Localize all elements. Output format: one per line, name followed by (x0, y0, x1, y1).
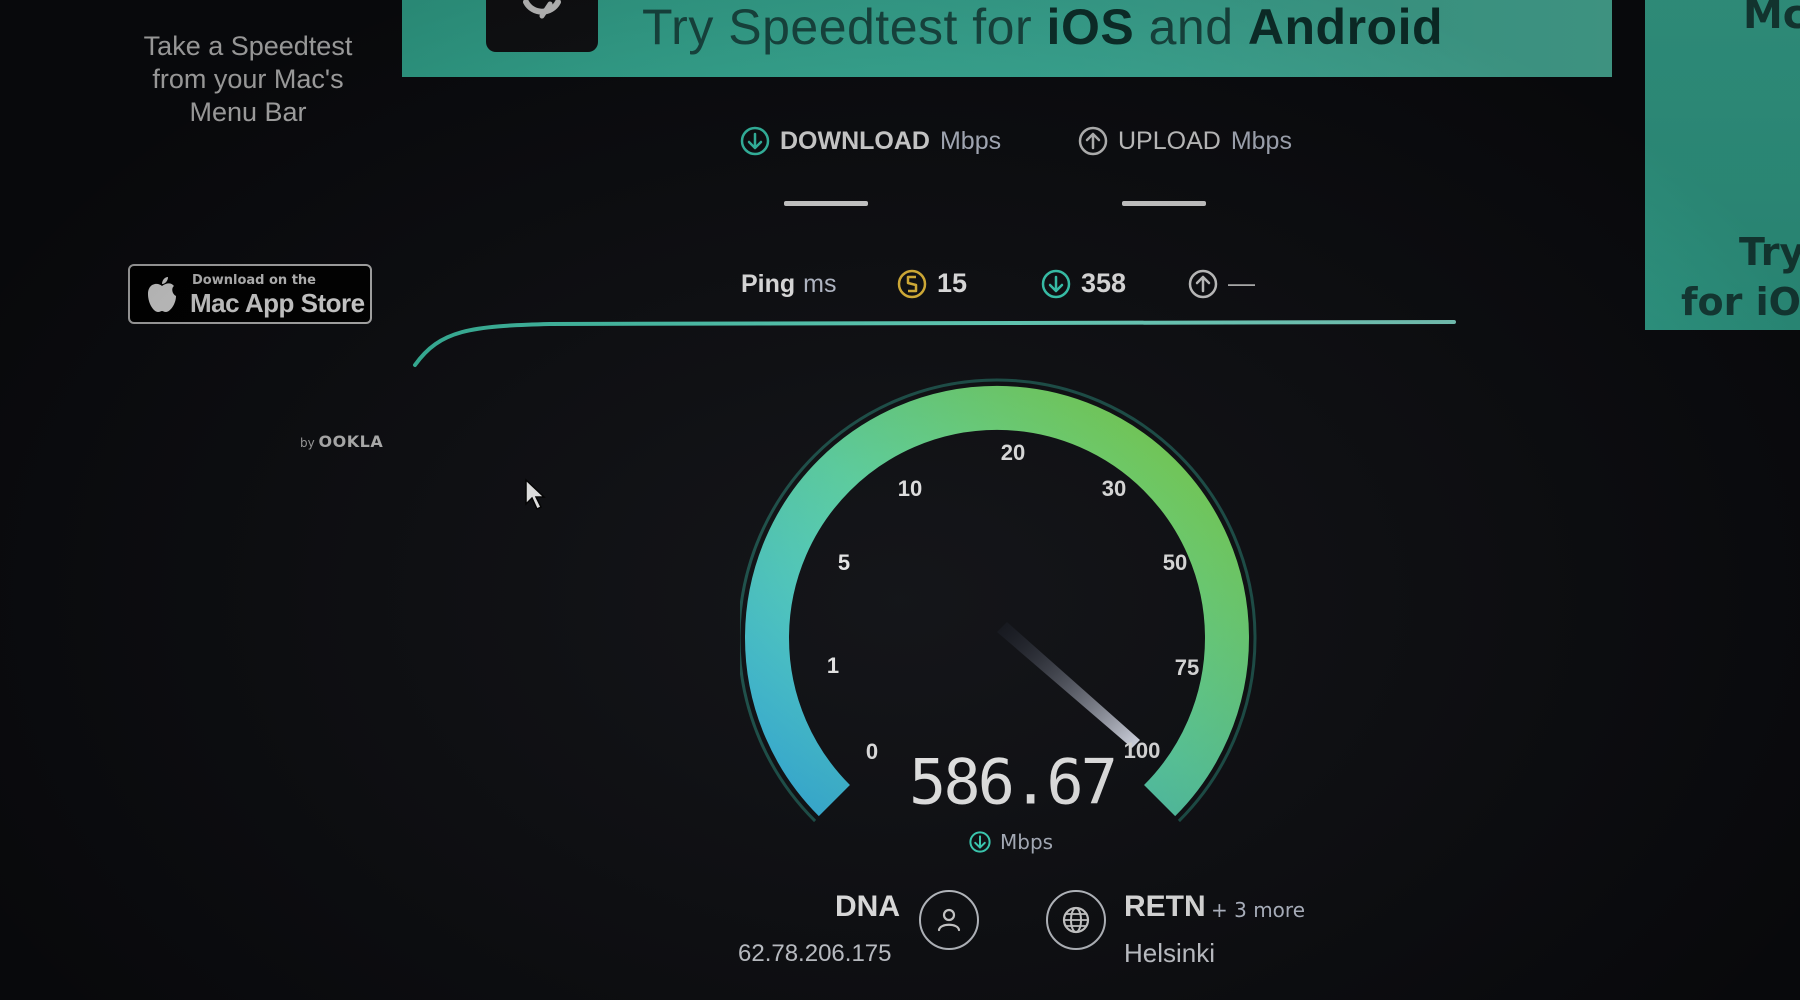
download-label: DOWNLOAD (780, 126, 930, 155)
promo-line-2: from your Mac's (152, 64, 344, 94)
server-name: RETN (1124, 890, 1206, 923)
speedtest-logo-icon (523, 0, 561, 19)
gauge-tick-5: 5 (837, 550, 851, 575)
promo-line-1: Take a Speedtest (143, 31, 353, 61)
download-unit: Mbps (939, 126, 1002, 155)
speedtest-mobile-banner-ad[interactable]: Try Speedtest for iOS and Android (402, 0, 1612, 77)
server-city: Helsinki (1124, 938, 1216, 968)
promo-line-3: Menu Bar (189, 97, 307, 127)
upload-label: UPLOAD (1118, 126, 1221, 155)
user-icon (937, 908, 961, 932)
ping-label: Ping (741, 270, 796, 298)
idle-latency-icon (897, 269, 927, 298)
ookla-logo: OOKLA (318, 432, 384, 451)
upload-latency-icon (1188, 269, 1218, 298)
ookla-branding[interactable]: by OOKLA (300, 432, 383, 451)
gauge-tick-100: 100 (1123, 738, 1161, 763)
gauge-tick-30: 30 (1101, 476, 1127, 501)
upload-arrow-icon (1078, 126, 1108, 156)
test-progress-curve (413, 320, 1456, 367)
ping-download[interactable]: 358 (1041, 268, 1126, 299)
gauge-tick-0: 0 (865, 739, 879, 764)
upload-unit: Mbps (1230, 126, 1292, 155)
isp-name: DNA (835, 890, 900, 923)
upload-value-placeholder (1122, 201, 1206, 206)
ping-download-value: 358 (1081, 268, 1127, 298)
change-server-button[interactable] (1046, 890, 1106, 950)
download-arrow-small-icon (969, 831, 991, 853)
ping-upload[interactable]: — (1188, 268, 1255, 299)
speed-unit-label: Mbps (1000, 830, 1054, 854)
gauge-tick-1: 1 (826, 653, 840, 678)
download-speed-value: 586.67 (909, 745, 1118, 819)
server-more-link[interactable]: + 3 more (1211, 898, 1305, 922)
ping-label-group: Ping ms (741, 270, 837, 299)
side-banner-ad[interactable]: Mc Try for iOS (1645, 0, 1800, 330)
gauge-tick-50: 50 (1162, 550, 1188, 575)
download-latency-icon (1041, 269, 1071, 298)
app-store-label: Mac App Store (190, 288, 365, 318)
mac-app-store-button[interactable]: Download on the Mac App Store (128, 264, 372, 324)
download-arrow-icon (740, 126, 770, 156)
by-label: by (300, 436, 315, 450)
isp-ip-address: 62.78.206.175 (738, 940, 892, 967)
ping-idle-value: 15 (937, 268, 968, 298)
tab-download[interactable]: DOWNLOAD Mbps (740, 126, 1001, 156)
mouse-cursor-icon (525, 478, 546, 511)
app-store-caption: Download on the (192, 273, 316, 288)
ping-idle[interactable]: 15 (897, 268, 967, 299)
tab-upload[interactable]: UPLOAD Mbps (1078, 126, 1292, 156)
side-ad-text-ios: for iOS (1681, 280, 1800, 324)
download-value-placeholder (784, 201, 868, 206)
gauge-needle (997, 622, 1140, 748)
gauge-tick-10: 10 (897, 476, 923, 501)
apple-icon (148, 277, 176, 312)
speed-unit-group: Mbps (968, 830, 1053, 854)
gauge-tick-75: 75 (1174, 655, 1200, 680)
side-ad-text-try: Try (1739, 230, 1800, 274)
side-ad-text-top: Mc (1743, 0, 1800, 38)
menu-bar-promo-text: Take a Speedtest from your Mac's Menu Ba… (118, 30, 378, 129)
globe-icon (1062, 906, 1090, 934)
speedtest-app-icon (486, 0, 598, 52)
gauge-tick-20: 20 (1000, 440, 1026, 465)
change-provider-button[interactable] (919, 890, 979, 950)
ping-unit: ms (803, 270, 837, 298)
banner-headline: Try Speedtest for iOS and Android (642, 0, 1444, 55)
ping-upload-value: — (1228, 268, 1255, 298)
